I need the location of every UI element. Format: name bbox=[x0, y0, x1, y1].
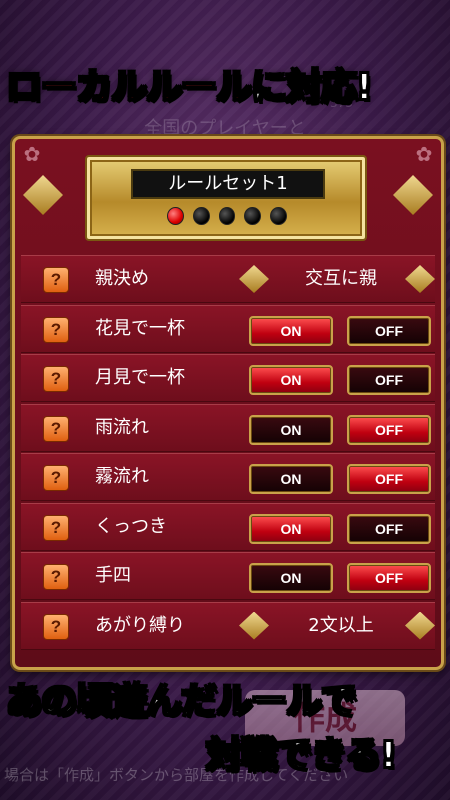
rule-label: 雨流れ bbox=[95, 416, 149, 438]
off-button[interactable]: OFF bbox=[347, 414, 431, 445]
rule-set-header: ルールセット1 bbox=[85, 155, 367, 241]
on-button[interactable]: ON bbox=[249, 563, 333, 593]
next-rule-set-arrow-icon[interactable] bbox=[393, 175, 433, 215]
rule-row: ? あがり縛り 2文以上 bbox=[21, 601, 435, 650]
rule-row: ? 雨流れ ON OFF bbox=[21, 403, 435, 452]
promo-footer-line2: 対戦できる! bbox=[205, 734, 398, 777]
rule-row: ? 親決め 交互に親 bbox=[21, 255, 435, 303]
promo-headline-red: ローカルルール bbox=[5, 66, 253, 109]
help-icon[interactable]: ? bbox=[43, 415, 69, 442]
rule-row: ? 霧流れ ON OFF bbox=[21, 453, 435, 501]
rule-value: 2文以上 bbox=[308, 614, 374, 636]
rule-label: くっつき bbox=[95, 515, 167, 537]
rule-row: ? 花見で一杯 ON OFF bbox=[21, 304, 435, 353]
off-button[interactable]: OFF bbox=[347, 563, 431, 593]
on-button[interactable]: ON bbox=[249, 464, 333, 494]
rule-row: ? 手四 ON OFF bbox=[21, 552, 435, 600]
help-icon[interactable]: ? bbox=[43, 514, 69, 541]
rule-label: 花見で一杯 bbox=[95, 317, 185, 339]
next-option-arrow-icon[interactable] bbox=[405, 265, 435, 293]
on-button[interactable]: ON bbox=[249, 513, 333, 544]
rule-set-dot[interactable] bbox=[270, 207, 287, 225]
rule-set-dot[interactable] bbox=[192, 207, 210, 225]
promo-headline: ローカルルールに対応! bbox=[5, 58, 373, 110]
on-button[interactable]: ON bbox=[249, 315, 333, 346]
rule-value: 交互に親 bbox=[305, 268, 377, 289]
help-icon[interactable]: ? bbox=[43, 267, 69, 293]
rule-set-dot[interactable] bbox=[218, 207, 236, 225]
rule-row: ? くっつき ON OFF bbox=[21, 502, 435, 551]
rule-label: 親決め bbox=[95, 268, 149, 289]
promo-headline-white: に対応! bbox=[250, 66, 373, 109]
help-icon[interactable]: ? bbox=[43, 564, 69, 590]
help-icon[interactable]: ? bbox=[43, 366, 69, 392]
rule-label: 手四 bbox=[95, 565, 131, 586]
rule-label: 霧流れ bbox=[95, 466, 149, 487]
on-button[interactable]: ON bbox=[249, 365, 333, 395]
rule-label: あがり縛り bbox=[95, 614, 185, 636]
rule-settings-panel: ✿ ✿ ルールセット1 ? 親決め 交互に親? 花見で一杯 ON OFF? 月見で一杯 ON O… bbox=[12, 136, 444, 670]
off-button[interactable]: OFF bbox=[347, 365, 431, 395]
help-icon[interactable]: ? bbox=[43, 316, 69, 343]
flower-icon: ✿ bbox=[415, 142, 433, 166]
rule-set-dot[interactable] bbox=[167, 207, 184, 225]
rule-set-title: ルールセット1 bbox=[131, 169, 325, 199]
promo-footer-line1: あの頃遊んだルールで bbox=[5, 680, 358, 723]
flower-icon: ✿ bbox=[23, 142, 41, 166]
rule-set-dot[interactable] bbox=[244, 207, 262, 225]
on-button[interactable]: ON bbox=[249, 414, 333, 445]
off-button[interactable]: OFF bbox=[347, 464, 431, 494]
previous-option-arrow-icon[interactable] bbox=[239, 611, 269, 640]
next-option-arrow-icon[interactable] bbox=[405, 611, 435, 640]
previous-rule-set-arrow-icon[interactable] bbox=[23, 175, 63, 215]
previous-option-arrow-icon[interactable] bbox=[239, 265, 269, 293]
help-icon[interactable]: ? bbox=[43, 465, 69, 491]
off-button[interactable]: OFF bbox=[347, 513, 431, 544]
help-icon[interactable]: ? bbox=[43, 613, 69, 640]
off-button[interactable]: OFF bbox=[347, 315, 431, 346]
rule-label: 月見で一杯 bbox=[95, 367, 185, 388]
rule-set-page-indicator bbox=[167, 207, 287, 225]
rule-row: ? 月見で一杯 ON OFF bbox=[21, 354, 435, 402]
